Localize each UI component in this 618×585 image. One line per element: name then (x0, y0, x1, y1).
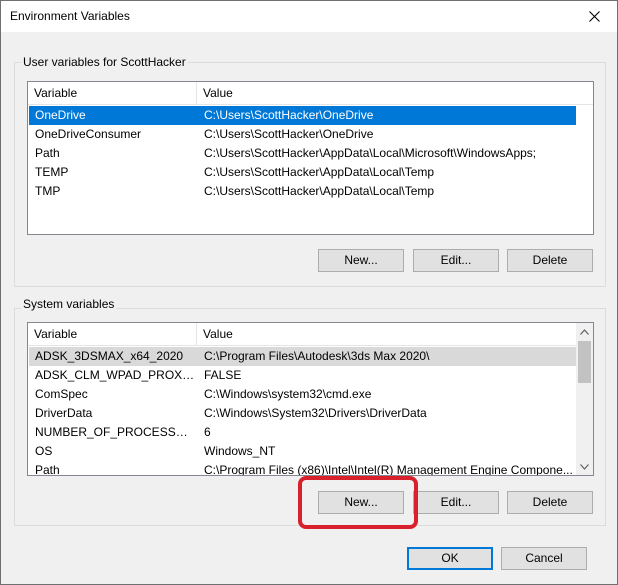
system-list-scrollbar[interactable] (576, 323, 593, 475)
table-row[interactable]: ComSpec C:\Windows\system32\cmd.exe (29, 385, 576, 404)
window-title: Environment Variables (10, 9, 130, 23)
chevron-up-icon (580, 328, 589, 335)
scroll-thumb[interactable] (578, 341, 591, 383)
row-variable: ComSpec (35, 387, 88, 401)
system-rows: ADSK_3DSMAX_x64_2020 C:\Program Files\Au… (29, 347, 576, 476)
row-value: 6 (204, 425, 211, 439)
system-delete-button[interactable]: Delete (507, 491, 593, 514)
row-value: C:\Users\ScottHacker\OneDrive (204, 108, 374, 122)
table-row[interactable]: Path C:\Users\ScottHacker\AppData\Local\… (29, 144, 576, 163)
row-variable: Path (35, 463, 60, 476)
scroll-down-button[interactable] (576, 458, 593, 475)
row-variable: OS (35, 444, 53, 458)
system-edit-button[interactable]: Edit... (413, 491, 499, 514)
system-variables-label: System variables (21, 297, 117, 311)
row-variable: Path (35, 146, 60, 160)
row-value: C:\Users\ScottHacker\AppData\Local\Temp (204, 184, 435, 198)
row-value: C:\Users\ScottHacker\OneDrive (204, 127, 374, 141)
row-value: C:\Users\ScottHacker\AppData\Local\Micro… (204, 146, 537, 160)
table-row[interactable]: OneDrive C:\Users\ScottHacker\OneDrive (29, 106, 576, 125)
column-header-value[interactable]: Value (197, 323, 567, 345)
user-rows: OneDrive C:\Users\ScottHacker\OneDrive O… (29, 106, 576, 201)
scroll-up-button[interactable] (576, 323, 593, 340)
table-row[interactable]: TEMP C:\Users\ScottHacker\AppData\Local\… (29, 163, 576, 182)
row-value: C:\Users\ScottHacker\AppData\Local\Temp (204, 165, 435, 179)
row-value: C:\Program Files\Autodesk\3ds Max 2020\ (204, 349, 430, 363)
table-row[interactable]: ADSK_3DSMAX_x64_2020 C:\Program Files\Au… (29, 347, 576, 366)
user-edit-button[interactable]: Edit... (413, 249, 499, 272)
user-new-button[interactable]: New... (318, 249, 404, 272)
ok-button[interactable]: OK (407, 547, 493, 570)
environment-variables-dialog: Environment Variables User variables for… (0, 0, 618, 585)
column-header-variable[interactable]: Variable (28, 323, 197, 345)
close-icon (588, 11, 600, 22)
table-row[interactable]: OS Windows_NT (29, 442, 576, 461)
table-row[interactable]: OneDriveConsumer C:\Users\ScottHacker\On… (29, 125, 576, 144)
row-variable: DriverData (35, 406, 93, 420)
row-value: Windows_NT (204, 444, 276, 458)
table-row[interactable]: ADSK_CLM_WPAD_PROXY_... FALSE (29, 366, 576, 385)
table-row[interactable]: Path C:\Program Files (x86)\Intel\Intel(… (29, 461, 576, 476)
row-variable: TMP (35, 184, 61, 198)
title-bar: Environment Variables (1, 1, 617, 32)
row-variable: TEMP (35, 165, 69, 179)
row-value: FALSE (204, 368, 242, 382)
table-row[interactable]: NUMBER_OF_PROCESSORS 6 (29, 423, 576, 442)
new-button-highlight (298, 476, 418, 529)
user-variables-label: User variables for ScottHacker (21, 55, 188, 69)
system-list-header: Variable Value (28, 323, 576, 346)
row-variable: OneDriveConsumer (35, 127, 142, 141)
close-button[interactable] (571, 1, 617, 32)
table-row[interactable]: TMP C:\Users\ScottHacker\AppData\Local\T… (29, 182, 576, 201)
table-row[interactable]: DriverData C:\Windows\System32\Drivers\D… (29, 404, 576, 423)
row-value: C:\Program Files (x86)\Intel\Intel(R) Ma… (204, 463, 573, 476)
row-variable: NUMBER_OF_PROCESSORS (35, 425, 195, 439)
row-variable: OneDrive (35, 108, 86, 122)
user-delete-button[interactable]: Delete (507, 249, 593, 272)
user-variables-list[interactable]: Variable Value OneDrive C:\Users\ScottHa… (27, 81, 594, 235)
row-value: C:\Windows\system32\cmd.exe (204, 387, 372, 401)
column-header-variable[interactable]: Variable (28, 82, 197, 104)
row-value: C:\Windows\System32\Drivers\DriverData (204, 406, 427, 420)
cancel-button[interactable]: Cancel (501, 547, 587, 570)
chevron-down-icon (580, 463, 589, 470)
row-variable: ADSK_3DSMAX_x64_2020 (35, 349, 184, 363)
row-variable: ADSK_CLM_WPAD_PROXY_... (35, 368, 195, 382)
user-list-header: Variable Value (28, 82, 593, 105)
system-variables-list[interactable]: Variable Value ADSK_3DSMAX_x64_2020 C:\P… (27, 322, 594, 476)
column-header-value[interactable]: Value (197, 82, 577, 104)
